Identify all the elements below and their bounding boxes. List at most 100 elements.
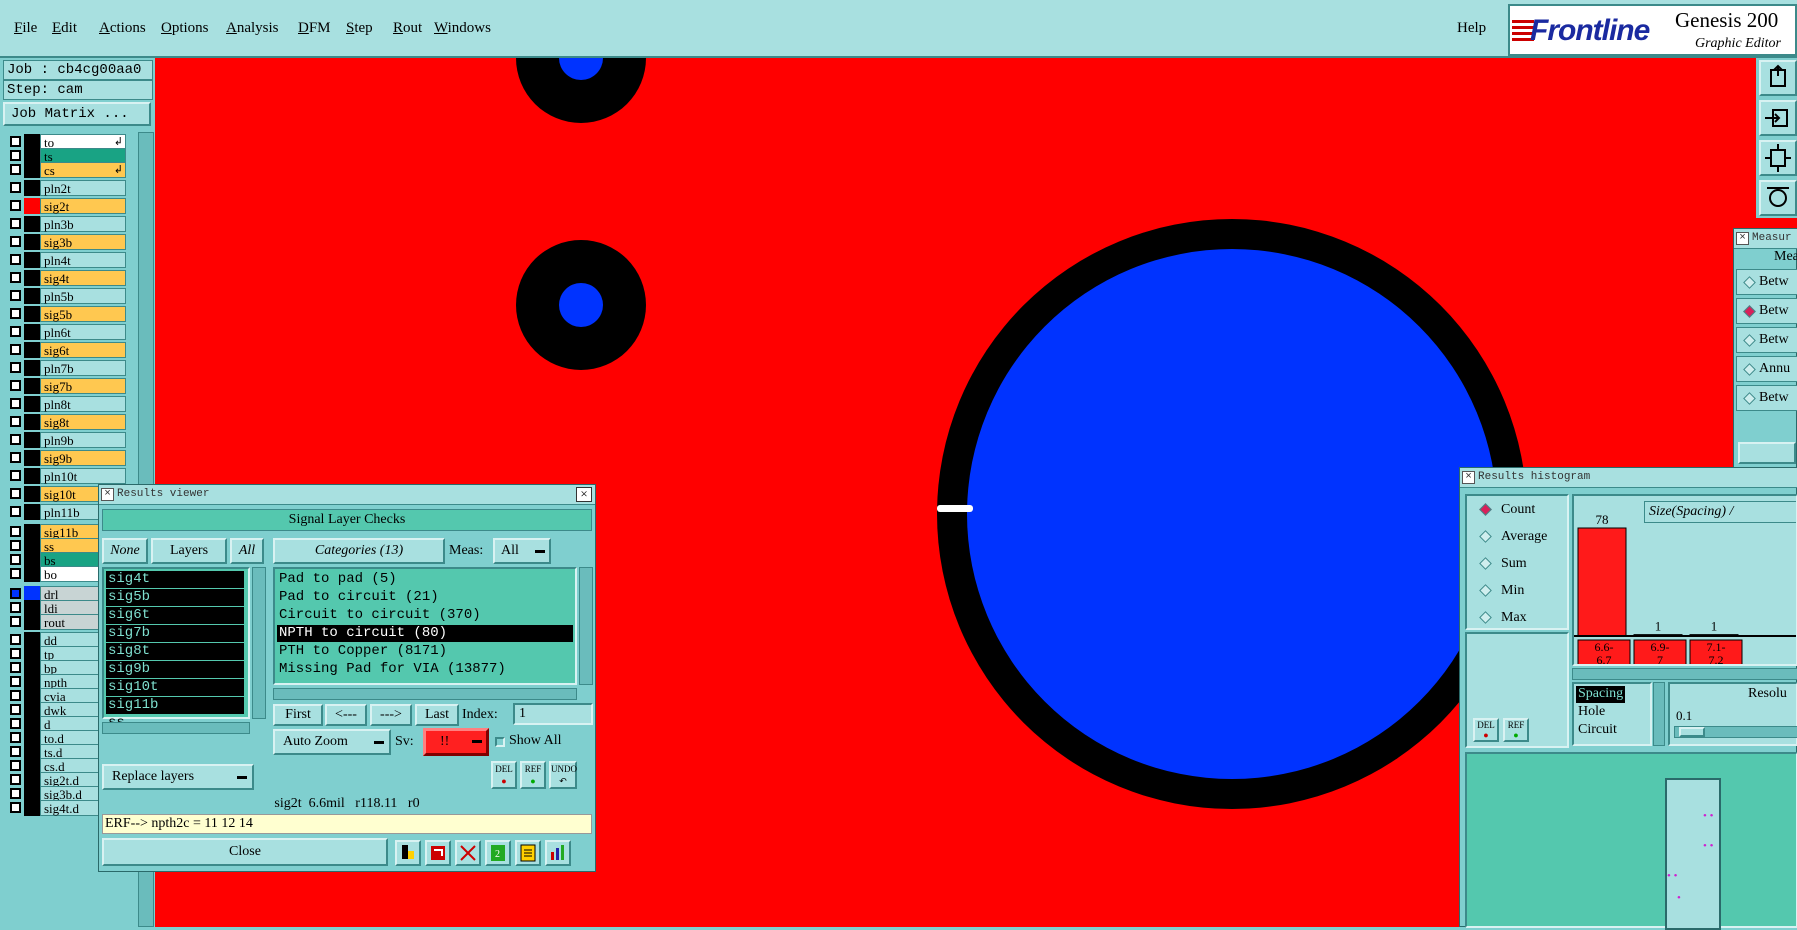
last-button[interactable]: Last <box>415 704 459 726</box>
layer-color-swatch[interactable] <box>24 614 40 630</box>
layer-checkbox[interactable] <box>10 200 21 211</box>
fit-screen-icon[interactable] <box>1759 140 1797 176</box>
layer-row-sig8t[interactable]: sig8t <box>3 414 127 430</box>
layer-row-sig5b[interactable]: sig5b <box>3 306 127 322</box>
category-item[interactable]: NPTH to circuit (80) <box>277 625 573 642</box>
layer-row-pln8t[interactable]: pln8t <box>3 396 127 412</box>
layer-color-swatch[interactable] <box>24 306 40 322</box>
type-vscroll[interactable] <box>1653 682 1665 746</box>
layer-checkbox[interactable] <box>10 362 21 373</box>
layer-row-pln5b[interactable]: pln5b <box>3 288 127 304</box>
layer-checkbox[interactable] <box>10 616 21 627</box>
layer-checkbox[interactable] <box>10 164 21 175</box>
layer-checkbox[interactable] <box>10 760 21 771</box>
layer-checkbox[interactable] <box>10 452 21 463</box>
layer-checkbox[interactable] <box>10 802 21 813</box>
layer-checkbox[interactable] <box>10 150 21 161</box>
layer-checkbox[interactable] <box>10 254 21 265</box>
layers-button[interactable]: Layers <box>151 538 227 564</box>
layer-checkbox[interactable] <box>10 308 21 319</box>
type-list[interactable]: Spacing Hole Circuit <box>1572 682 1652 746</box>
layer-name[interactable]: sig3b <box>40 234 126 250</box>
layer-row-sig7b[interactable]: sig7b <box>3 378 127 394</box>
layer-checkbox[interactable] <box>10 470 21 481</box>
layer-checkbox[interactable] <box>10 326 21 337</box>
layer-row-sig4t[interactable]: sig4t <box>3 270 127 286</box>
zoom-home-icon[interactable] <box>1759 60 1797 96</box>
layer-checkbox[interactable] <box>10 398 21 409</box>
layer-color-swatch[interactable] <box>24 198 40 214</box>
layer-checkbox[interactable] <box>10 732 21 743</box>
category-item[interactable]: Pad to pad (5) <box>277 571 573 588</box>
layer-row-sig6t[interactable]: sig6t <box>3 342 127 358</box>
layer-results-list[interactable]: sig4t sig5b sig6t sig7b sig8t sig9b sig10t sig1… <box>102 567 250 731</box>
histogram-bar[interactable] <box>1577 527 1627 637</box>
layer-checkbox[interactable] <box>10 588 21 599</box>
measurement-button[interactable] <box>1738 442 1796 464</box>
layer-checkbox[interactable] <box>10 434 21 445</box>
mode-option-count[interactable]: Count <box>1479 500 1535 520</box>
report-icon[interactable] <box>425 840 451 866</box>
layer-checkbox[interactable] <box>10 662 21 673</box>
mode-option-sum[interactable]: Sum <box>1479 554 1527 574</box>
layer-name[interactable]: pln6t <box>40 324 126 340</box>
layer-result-item[interactable]: sig6t <box>106 607 244 624</box>
menu-actions[interactable]: Actions <box>99 20 146 37</box>
layer-color-swatch[interactable] <box>24 234 40 250</box>
menu-analysis[interactable]: Analysis <box>226 20 279 37</box>
layer-checkbox[interactable] <box>10 676 21 687</box>
undo-button[interactable]: UNDO ↶ <box>549 761 577 789</box>
menu-file[interactable]: File <box>14 20 37 37</box>
layer-result-item[interactable]: sig11b <box>106 697 244 714</box>
layer-name[interactable]: pln2t <box>40 180 126 196</box>
layer-checkbox[interactable] <box>10 236 21 247</box>
layer-checkbox[interactable] <box>10 380 21 391</box>
layer-name[interactable]: sig6t <box>40 342 126 358</box>
category-item[interactable]: Pad to circuit (21) <box>277 589 573 606</box>
layer-result-item[interactable]: sig10t <box>106 679 244 696</box>
layer-row-pln2t[interactable]: pln2t <box>3 180 127 196</box>
menu-windows[interactable]: Windows <box>434 20 491 37</box>
layer-checkbox[interactable] <box>10 290 21 301</box>
layer-color-swatch[interactable] <box>24 342 40 358</box>
window-menu-icon[interactable]: × <box>1462 471 1475 484</box>
layer-color-swatch[interactable] <box>24 566 40 582</box>
close-icon[interactable]: × <box>576 487 592 502</box>
menu-edit[interactable]: Edit <box>52 20 77 37</box>
layer-color-swatch[interactable] <box>24 450 40 466</box>
layer-name[interactable]: pln5b <box>40 288 126 304</box>
layer-checkbox[interactable] <box>10 540 21 551</box>
layer-checkbox[interactable] <box>10 136 21 147</box>
show-all-checkbox[interactable] <box>495 737 505 747</box>
layer-row-pln7b[interactable]: pln7b <box>3 360 127 376</box>
layer-name[interactable]: sig5b <box>40 306 126 322</box>
layer-checkbox[interactable] <box>10 774 21 785</box>
category-item[interactable]: PTH to Copper (8171) <box>277 643 573 660</box>
measurement-option[interactable]: Annu <box>1736 356 1797 382</box>
layer-checkbox[interactable] <box>10 272 21 283</box>
layer-color-swatch[interactable] <box>24 162 40 178</box>
layer-result-item[interactable]: sig5b <box>106 589 244 606</box>
layer-row-pln4t[interactable]: pln4t <box>3 252 127 268</box>
layer-name[interactable]: pln3b <box>40 216 126 232</box>
layer-checkbox[interactable] <box>10 634 21 645</box>
layer-row-sig3b[interactable]: sig3b <box>3 234 127 250</box>
window-close-icon[interactable]: × <box>1736 232 1749 245</box>
menu-rout[interactable]: Rout <box>393 20 422 37</box>
layer-name[interactable]: pln10t <box>40 468 126 484</box>
layer-name[interactable]: pln9b <box>40 432 126 448</box>
layer-color-swatch[interactable] <box>24 414 40 430</box>
auto-zoom-dropdown[interactable]: Auto Zoom <box>273 729 391 755</box>
categories-button[interactable]: Categories (13) <box>273 538 445 564</box>
layer-checkbox[interactable] <box>10 182 21 193</box>
layer-checkbox[interactable] <box>10 718 21 729</box>
layer-row-pln10t[interactable]: pln10t <box>3 468 127 484</box>
category-item[interactable]: Missing Pad for VIA (13877) <box>277 661 573 678</box>
layer-row-pln9b[interactable]: pln9b <box>3 432 127 448</box>
replace-layers-dropdown[interactable]: Replace layers <box>102 764 254 790</box>
category-hscroll[interactable] <box>273 688 577 700</box>
type-item[interactable]: Hole <box>1576 704 1607 721</box>
type-item[interactable]: Circuit <box>1576 722 1619 739</box>
layer-result-item[interactable]: sig4t <box>106 571 244 588</box>
layer-result-item[interactable]: sig9b <box>106 661 244 678</box>
